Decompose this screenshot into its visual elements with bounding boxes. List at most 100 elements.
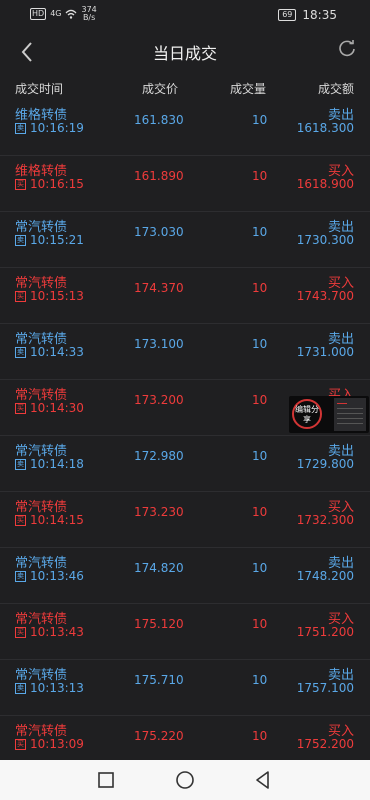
triangle-back-icon bbox=[256, 771, 269, 789]
trade-price: 174.370 bbox=[134, 281, 184, 295]
trade-time-group: 买 10:14:15 bbox=[15, 513, 84, 527]
status-bar: HD 4G 374 B/s 69 18:35 bbox=[0, 0, 370, 30]
trade-amount: 1730.300 bbox=[296, 233, 354, 247]
column-price: 成交价 bbox=[142, 82, 179, 96]
nav-back-button[interactable] bbox=[253, 770, 273, 790]
trade-volume: 10 bbox=[252, 449, 268, 463]
trade-price: 173.200 bbox=[134, 393, 184, 407]
app-header: 当日成交 bbox=[0, 30, 370, 74]
home-button[interactable] bbox=[175, 770, 195, 790]
trade-time-group: 卖 10:13:13 bbox=[15, 681, 84, 695]
trade-amount: 1618.300 bbox=[296, 121, 354, 135]
column-volume: 成交量 bbox=[230, 82, 267, 96]
recent-apps-button[interactable] bbox=[96, 770, 116, 790]
trade-volume: 10 bbox=[252, 505, 268, 519]
trade-time: 10:14:18 bbox=[30, 457, 84, 471]
refresh-icon bbox=[339, 40, 355, 57]
trade-row[interactable]: 维格转债卖 10:16:19 161.830 10 卖出 1618.300 bbox=[0, 100, 370, 156]
hd-indicator: HD bbox=[30, 8, 47, 20]
column-amount: 成交额 bbox=[317, 82, 354, 96]
trade-price: 175.710 bbox=[134, 673, 184, 687]
trade-price: 173.230 bbox=[134, 505, 184, 519]
trade-time-group: 卖 10:14:18 bbox=[15, 457, 84, 471]
trade-time: 10:15:21 bbox=[30, 233, 84, 247]
trade-row[interactable]: 常汽转债卖 10:14:33 173.100 10 卖出 1731.000 bbox=[0, 324, 370, 380]
trade-row[interactable]: 维格转债买 10:16:15 161.890 10 买入 1618.900 bbox=[0, 156, 370, 212]
signal-icon: 4G bbox=[50, 9, 62, 18]
trade-volume: 10 bbox=[252, 337, 268, 351]
trade-price: 172.980 bbox=[134, 449, 184, 463]
trade-row[interactable]: 常汽转债买 10:13:43 175.120 10 买入 1751.200 bbox=[0, 604, 370, 660]
trade-time: 10:14:15 bbox=[30, 513, 84, 527]
trade-volume: 10 bbox=[252, 673, 268, 687]
trade-row[interactable]: 常汽转债买 10:14:15 173.230 10 买入 1732.300 bbox=[0, 492, 370, 548]
trade-amount: 1748.200 bbox=[296, 569, 354, 583]
square-icon bbox=[98, 772, 114, 788]
trade-direction-badge: 卖 bbox=[15, 682, 26, 694]
trade-time: 10:13:43 bbox=[30, 625, 84, 639]
trade-direction-badge: 买 bbox=[15, 738, 26, 750]
trade-time: 10:14:33 bbox=[30, 345, 84, 359]
circle-icon bbox=[176, 771, 194, 789]
trade-direction-badge: 买 bbox=[15, 178, 26, 190]
trade-volume: 10 bbox=[252, 281, 268, 295]
trade-price: 161.830 bbox=[134, 113, 184, 127]
trade-amount: 1731.000 bbox=[296, 345, 354, 359]
trade-price: 174.820 bbox=[134, 561, 184, 575]
trade-volume: 10 bbox=[252, 729, 268, 743]
trade-time-group: 买 10:15:13 bbox=[15, 289, 84, 303]
trade-volume: 10 bbox=[252, 393, 268, 407]
wifi-icon bbox=[66, 9, 77, 19]
trade-direction-badge: 买 bbox=[15, 626, 26, 638]
trade-time: 10:16:15 bbox=[30, 177, 84, 191]
refresh-button[interactable] bbox=[336, 38, 358, 60]
trade-amount: 1751.200 bbox=[296, 625, 354, 639]
trade-row[interactable]: 常汽转债卖 10:13:46 174.820 10 卖出 1748.200 bbox=[0, 548, 370, 604]
trade-row[interactable]: 常汽转债买 10:15:13 174.370 10 买入 1743.700 bbox=[0, 268, 370, 324]
screenshot-thumbnail[interactable] bbox=[334, 398, 366, 431]
trade-direction-badge: 买 bbox=[15, 290, 26, 302]
trade-time: 10:13:46 bbox=[30, 569, 84, 583]
trade-amount: 1729.800 bbox=[296, 457, 354, 471]
trade-volume: 10 bbox=[252, 113, 268, 127]
trade-time: 10:14:30 bbox=[30, 401, 84, 415]
trade-price: 175.120 bbox=[134, 617, 184, 631]
trade-price: 173.100 bbox=[134, 337, 184, 351]
floating-share-window[interactable]: 编辑分享 bbox=[289, 396, 369, 433]
trade-time-group: 买 10:13:43 bbox=[15, 625, 84, 639]
system-nav-bar bbox=[0, 760, 370, 800]
trade-time-group: 卖 10:15:21 bbox=[15, 233, 84, 247]
clock: 18:35 bbox=[302, 8, 337, 22]
trade-volume: 10 bbox=[252, 561, 268, 575]
trade-volume: 10 bbox=[252, 169, 268, 183]
column-headers: 成交时间 成交价 成交量 成交额 bbox=[0, 80, 370, 98]
column-time: 成交时间 bbox=[15, 82, 64, 96]
trade-amount: 1732.300 bbox=[296, 513, 354, 527]
trade-time-group: 卖 10:16:19 bbox=[15, 121, 84, 135]
network-speed-unit: B/s bbox=[82, 13, 96, 22]
trade-amount: 1757.100 bbox=[296, 681, 354, 695]
page-title: 当日成交 bbox=[152, 44, 217, 63]
trade-time: 10:13:13 bbox=[30, 681, 84, 695]
trade-price: 161.890 bbox=[134, 169, 184, 183]
battery-icon: 69 bbox=[278, 9, 297, 21]
trade-volume: 10 bbox=[252, 617, 268, 631]
trade-row[interactable]: 常汽转债卖 10:13:13 175.710 10 卖出 1757.100 bbox=[0, 660, 370, 716]
trade-row[interactable]: 常汽转债卖 10:14:18 172.980 10 卖出 1729.800 bbox=[0, 436, 370, 492]
trade-time-group: 卖 10:14:33 bbox=[15, 345, 84, 359]
trade-time: 10:16:19 bbox=[30, 121, 84, 135]
edit-share-button[interactable]: 编辑分享 bbox=[292, 399, 322, 429]
trade-time: 10:13:09 bbox=[30, 737, 84, 751]
trade-direction-badge: 卖 bbox=[15, 570, 26, 582]
trade-direction-badge: 买 bbox=[15, 514, 26, 526]
trade-price: 175.220 bbox=[134, 729, 184, 743]
trade-direction-badge: 卖 bbox=[15, 346, 26, 358]
trade-price: 173.030 bbox=[134, 225, 184, 239]
trade-direction-badge: 买 bbox=[15, 402, 26, 414]
network-speed: 374 B/s bbox=[81, 6, 96, 22]
trade-time-group: 买 10:14:30 bbox=[15, 401, 84, 415]
trade-amount: 1752.200 bbox=[296, 737, 354, 751]
trade-row[interactable]: 常汽转债卖 10:15:21 173.030 10 卖出 1730.300 bbox=[0, 212, 370, 268]
trade-time-group: 买 10:13:09 bbox=[15, 737, 84, 751]
trade-list[interactable]: 维格转债卖 10:16:19 161.830 10 卖出 1618.300 维格转债买 10:… bbox=[0, 100, 370, 772]
